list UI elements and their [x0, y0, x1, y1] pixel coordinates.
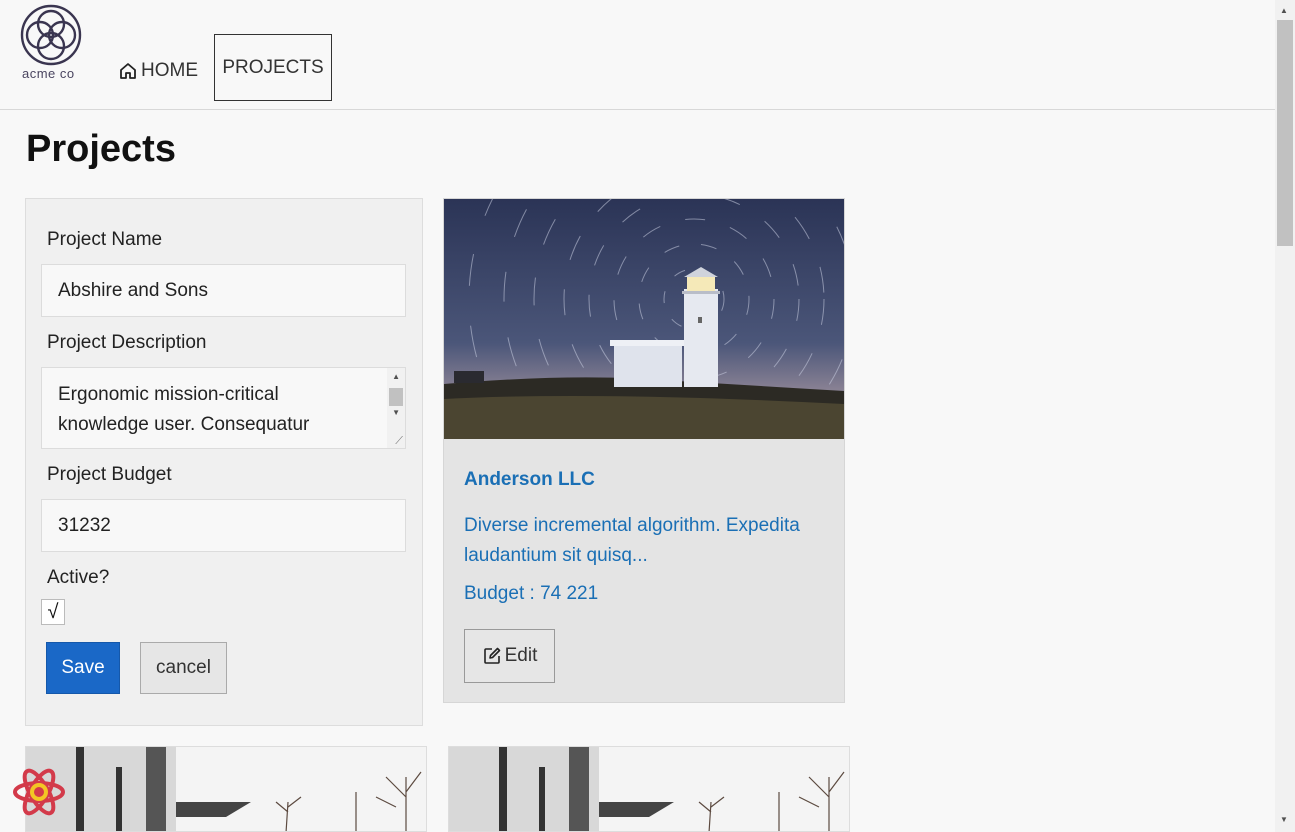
project-card-budget-label: Budget :: [464, 583, 535, 604]
project-card-partial: [448, 746, 850, 832]
project-image-partial: [449, 747, 849, 831]
edit-icon: [483, 647, 500, 664]
project-name-label: Project Name: [47, 229, 163, 250]
active-label: Active?: [47, 567, 110, 588]
nav-home-link[interactable]: HOME: [118, 58, 198, 84]
project-description-label: Project Description: [47, 332, 207, 353]
scroll-down-arrow-icon[interactable]: ▼: [1280, 815, 1288, 824]
resize-handle-icon[interactable]: ⟋: [395, 435, 403, 448]
nav-home-label: HOME: [141, 60, 198, 81]
nav-projects-label: PROJECTS: [222, 56, 324, 78]
edit-button[interactable]: Edit: [464, 629, 555, 683]
project-card: Anderson LLC Diverse incremental algorit…: [443, 198, 845, 703]
project-edit-form: Project Name Project Description Ergonom…: [25, 198, 423, 726]
cancel-button[interactable]: cancel: [140, 642, 227, 694]
page-title: Projects: [26, 128, 176, 170]
home-icon: [120, 63, 136, 79]
textarea-scroll-down-icon[interactable]: ▼: [392, 408, 400, 417]
nav-projects-link[interactable]: PROJECTS: [214, 34, 332, 101]
project-card-title[interactable]: Anderson LLC: [464, 469, 595, 491]
save-button[interactable]: Save: [46, 642, 120, 694]
project-card-budget: Budget : 74 221: [464, 583, 598, 605]
edit-button-label: Edit: [504, 645, 538, 666]
textarea-scroll-up-icon[interactable]: ▲: [392, 372, 400, 381]
project-budget-label: Project Budget: [47, 464, 172, 485]
project-image: [444, 199, 844, 439]
project-card-partial: [25, 746, 427, 832]
project-description-textarea[interactable]: Ergonomic mission-critical knowledge use…: [41, 367, 406, 449]
textarea-scrollbar-thumb[interactable]: [389, 388, 403, 406]
project-card-description: Diverse incremental algorithm. Expedita …: [464, 515, 800, 566]
logo-text: acme co: [22, 66, 75, 81]
top-navbar: acme co HOME PROJECTS: [0, 0, 1275, 110]
page-scrollbar-thumb[interactable]: [1277, 20, 1293, 246]
active-checkbox[interactable]: √: [41, 599, 65, 625]
scroll-up-arrow-icon[interactable]: ▲: [1280, 6, 1288, 15]
project-image-partial: [26, 747, 426, 831]
react-devtools-icon[interactable]: [12, 766, 66, 818]
project-card-budget-value: 74 221: [540, 583, 599, 604]
project-description-text: Ergonomic mission-critical knowledge use…: [58, 384, 310, 435]
project-budget-input[interactable]: [41, 499, 406, 552]
project-name-input[interactable]: [41, 264, 406, 317]
